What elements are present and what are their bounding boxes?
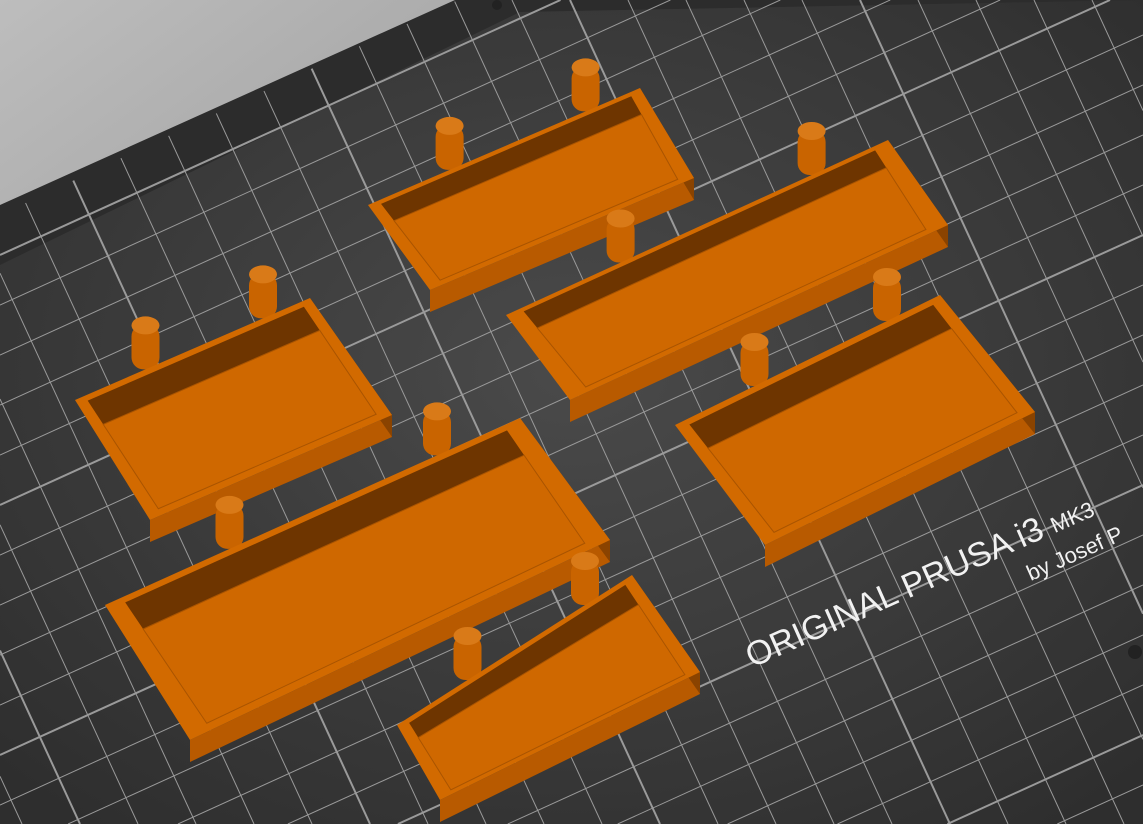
peg-top bbox=[435, 116, 464, 135]
peg-top bbox=[571, 58, 600, 77]
peg-top bbox=[453, 627, 482, 645]
peg-top bbox=[606, 209, 635, 228]
bed-screw-hole bbox=[1128, 645, 1142, 659]
peg-top bbox=[249, 265, 277, 284]
peg-top bbox=[571, 552, 599, 570]
peg-top bbox=[131, 316, 160, 335]
peg-top bbox=[797, 122, 826, 140]
bed-screw-hole bbox=[492, 0, 502, 10]
peg-top bbox=[215, 495, 244, 514]
peg-top bbox=[423, 402, 451, 421]
peg-top bbox=[740, 333, 769, 351]
3d-viewport[interactable]: ORIGINAL PRUSA i3 MK3 by Josef P bbox=[0, 0, 1143, 824]
peg-top bbox=[873, 268, 901, 286]
